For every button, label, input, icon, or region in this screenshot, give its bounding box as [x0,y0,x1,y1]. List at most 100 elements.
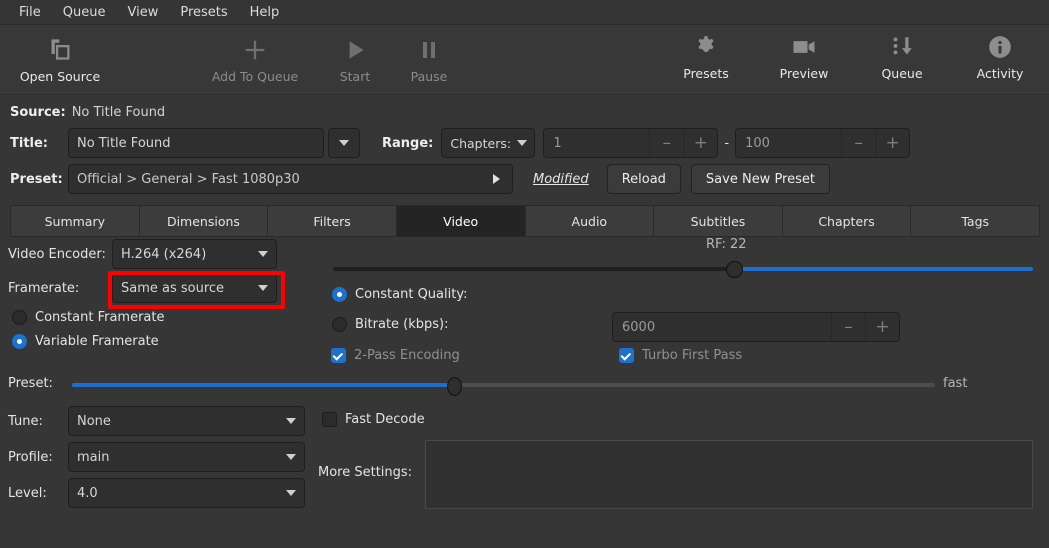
more-settings-textarea[interactable] [425,440,1033,509]
range-end-increment[interactable]: + [875,129,909,157]
two-pass-encoding-checkbox[interactable] [331,348,346,363]
constant-framerate-radio[interactable] [12,309,27,325]
chevron-down-icon [258,251,268,257]
range-separator: - [724,135,730,151]
tab-summary[interactable]: Summary [10,205,140,237]
range-start-decrement[interactable]: – [649,129,683,157]
activity-button[interactable]: Activity [951,25,1049,89]
info-circle-icon [987,33,1013,61]
menu-bar: File Queue View Presets Help [0,0,1049,25]
rf-slider-track-left[interactable] [333,267,735,271]
handbrake-window: File Queue View Presets Help Open Source… [0,0,1049,548]
turbo-first-pass-checkbox[interactable] [619,348,634,363]
rf-slider-track-right[interactable] [735,267,1033,271]
preview-label: Preview [779,66,829,81]
encoder-preset-track-filled[interactable] [72,383,457,387]
tab-subtitles[interactable]: Subtitles [653,205,783,237]
bitrate-decrement[interactable]: – [831,313,865,341]
bitrate-row[interactable]: Bitrate (kbps): [332,317,449,332]
bitrate-spinner[interactable]: 6000 – + [612,312,900,342]
level-combo[interactable]: 4.0 [68,478,305,508]
queue-toolbar-button[interactable]: Queue [853,25,951,89]
preview-button[interactable]: Preview [755,25,853,89]
profile-row: Profile: main [0,441,305,473]
preset-combo[interactable]: Official > General > Fast 1080p30 [68,164,513,194]
title-combo[interactable]: No Title Found [68,128,324,158]
framerate-row: Framerate: Same as source [0,271,310,305]
menu-item-file[interactable]: File [8,3,52,22]
tab-dimensions[interactable]: Dimensions [138,205,269,237]
source-row: Source: No Title Found [0,99,1049,125]
presets-button[interactable]: Presets [657,25,755,89]
video-encoder-label: Video Encoder: [8,246,106,262]
constant-framerate-row[interactable]: Constant Framerate [0,305,310,329]
chevron-down-icon [339,140,349,146]
gear-icon [693,33,719,61]
tune-value: None [77,413,111,429]
bitrate-increment[interactable]: + [865,313,899,341]
chevron-down-icon [286,454,296,460]
profile-combo[interactable]: main [68,442,305,472]
start-button[interactable]: Start [320,28,390,92]
turbo-first-pass-label: Turbo First Pass [642,348,743,363]
tab-audio[interactable]: Audio [524,205,655,237]
more-settings-label: More Settings: [318,465,413,480]
video-encoder-combo[interactable]: H.264 (x264) [112,239,277,269]
tab-video[interactable]: Video [395,205,526,237]
level-value: 4.0 [77,485,98,501]
main-toolbar: Open Source Add To Queue Start Pause Pre… [0,25,1049,95]
constant-quality-row[interactable]: Constant Quality: [332,287,467,302]
tab-filters[interactable]: Filters [267,205,397,237]
bitrate-radio[interactable] [332,317,347,332]
title-combo-value: No Title Found [77,135,171,151]
variable-framerate-row[interactable]: Variable Framerate [0,329,310,353]
constant-quality-radio[interactable] [332,287,347,302]
encoder-preset-track-empty[interactable] [457,383,935,387]
bitrate-value: 6000 [622,319,656,335]
fast-decode-checkbox[interactable] [322,412,337,427]
rf-slider-handle[interactable] [726,261,743,278]
title-dropdown-button[interactable] [328,128,360,158]
range-end-value: 100 [745,135,770,151]
range-end-spinner[interactable]: 100 – + [735,128,911,158]
menu-item-help[interactable]: Help [239,3,291,22]
bitrate-label: Bitrate (kbps): [355,317,449,332]
title-label: Title: [10,135,49,151]
video-tab-panel: Video Encoder: H.264 (x264) Framerate: S… [0,237,1049,525]
tab-tags[interactable]: Tags [910,205,1040,237]
pause-label: Pause [410,68,448,84]
play-icon [342,36,368,64]
encoder-preset-handle[interactable] [447,377,462,396]
tune-combo[interactable]: None [68,406,305,436]
add-to-queue-button[interactable]: Add To Queue [190,28,320,92]
menu-item-presets[interactable]: Presets [169,3,238,22]
variable-framerate-radio[interactable] [12,333,27,349]
menu-item-view[interactable]: View [116,3,169,22]
range-start-spinner[interactable]: 1 – + [543,128,719,158]
two-pass-encoding-row[interactable]: 2-Pass Encoding [331,348,460,363]
save-new-preset-button[interactable]: Save New Preset [690,164,830,194]
fast-decode-row[interactable]: Fast Decode [322,412,425,427]
variable-framerate-label: Variable Framerate [35,333,159,349]
range-start-increment[interactable]: + [683,129,717,157]
tab-chapters[interactable]: Chapters [781,205,912,237]
reload-button[interactable]: Reload [606,164,681,194]
chevron-right-icon [493,174,500,184]
modified-indicator[interactable]: Modified [533,172,589,187]
pause-button[interactable]: Pause [390,28,468,92]
start-label: Start [339,68,371,84]
framerate-label: Framerate: [8,280,80,296]
video-encoder-value: H.264 (x264) [121,246,207,262]
framerate-combo[interactable]: Same as source [112,273,277,303]
presets-toolbar-label: Presets [683,66,729,81]
range-mode-combo[interactable]: Chapters: [441,128,536,158]
range-end-decrement[interactable]: – [841,129,875,157]
plus-icon [241,36,269,64]
queue-toolbar-label: Queue [881,66,923,81]
two-pass-encoding-label: 2-Pass Encoding [354,348,460,363]
profile-label: Profile: [8,449,53,465]
chevron-down-icon [286,490,296,496]
turbo-first-pass-row[interactable]: Turbo First Pass [619,348,742,363]
menu-item-queue[interactable]: Queue [52,3,117,22]
open-source-button[interactable]: Open Source [0,28,120,92]
